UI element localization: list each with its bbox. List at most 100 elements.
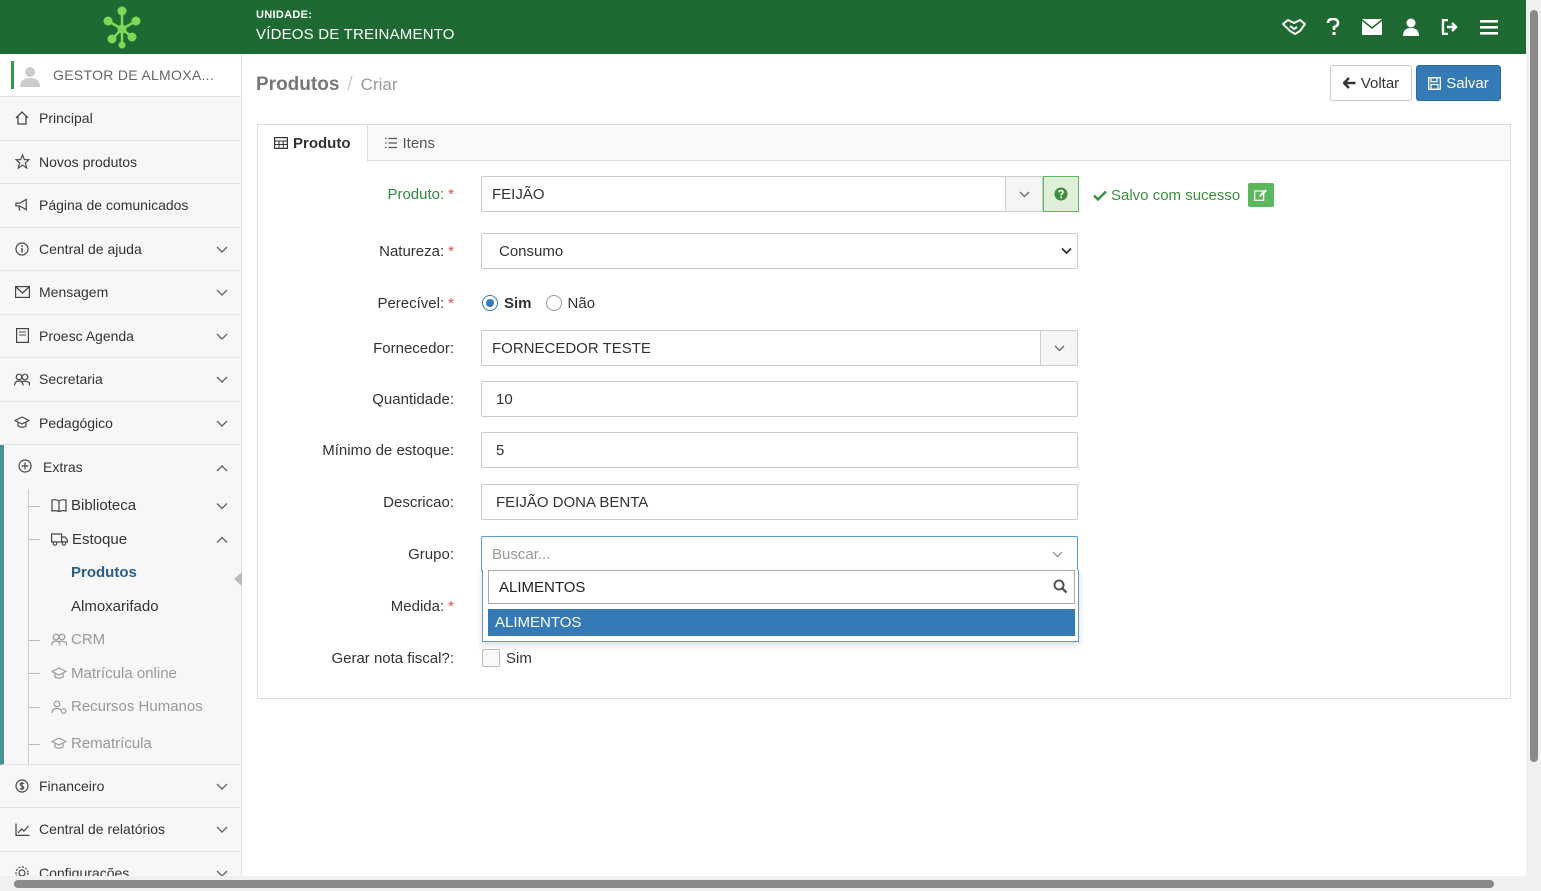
sidebar-item-principal[interactable]: Principal [0, 97, 241, 141]
sidebar-subitem-produtos[interactable]: Produtos [4, 556, 241, 590]
user-network-icon [51, 700, 67, 714]
sidebar-subitem-almoxarifado[interactable]: Almoxarifado [4, 590, 241, 624]
truck-icon [51, 533, 68, 546]
quantidade-label: Quantidade: [372, 390, 454, 408]
fornecedor-label: Fornecedor: [373, 339, 454, 357]
save-button-label: Salvar [1446, 74, 1489, 92]
sidebar-item-extras[interactable]: Extras [4, 445, 241, 489]
descricao-input[interactable]: FEIJÃO DONA BENTA [481, 484, 1078, 520]
grupo-select[interactable]: Buscar... [481, 536, 1078, 572]
chevron-down-icon [216, 415, 228, 431]
tab-bar: Produto Itens [258, 125, 1510, 162]
row-minimo: Mínimo de estoque: 5 [258, 432, 1512, 468]
back-button[interactable]: Voltar [1330, 65, 1412, 101]
edit-button[interactable] [1248, 183, 1275, 207]
form-panel: Produto Itens Produto: * FEIJÃO Salvo com… [257, 124, 1511, 699]
sidebar-item-central-ajuda[interactable]: Central de ajuda [0, 227, 241, 271]
sidebar-item-comunicados[interactable]: Página de comunicados [0, 184, 241, 228]
sidebar-item-label: Financeiro [39, 777, 105, 794]
chevron-down-icon [216, 497, 228, 514]
sidebar-subitem-matricula-online[interactable]: Matrícula online [4, 657, 241, 691]
grupo-search-input[interactable]: ALIMENTOS [488, 570, 1075, 604]
sidebar-item-pedagogico[interactable]: Pedagógico [0, 401, 241, 445]
sidebar-subitem-crm[interactable]: CRM [4, 623, 241, 657]
logout-icon[interactable] [1430, 0, 1469, 54]
page-title[interactable]: Produtos [256, 74, 339, 95]
sidebar-item-financeiro[interactable]: Financeiro [0, 764, 241, 808]
graduation-icon [51, 737, 67, 750]
sidebar-item-label: Novos produtos [39, 153, 138, 170]
sidebar-subitem-rh[interactable]: Recursos Humanos [4, 690, 241, 724]
sidebar-subitem-rematricula[interactable]: Rematrícula [4, 724, 241, 764]
help-icon[interactable] [1313, 0, 1352, 54]
sidebar-item-configuracoes[interactable]: Configurações [0, 851, 241, 876]
perecivel-sim-radio[interactable]: Sim [482, 295, 532, 312]
scroll-thumb[interactable] [14, 880, 1494, 888]
sidebar-item-mensagem[interactable]: Mensagem [0, 271, 241, 315]
chevron-down-icon [216, 371, 228, 387]
row-fornecedor: Fornecedor: FORNECEDOR TESTE [258, 330, 1512, 366]
grupo-placeholder: Buscar... [492, 545, 551, 563]
user-profile[interactable]: GESTOR DE ALMOXA... [0, 54, 241, 97]
save-button[interactable]: Salvar [1416, 65, 1501, 101]
perecivel-label: Perecível: * [377, 294, 454, 312]
scroll-thumb[interactable] [1530, 10, 1538, 762]
sidebar-subitem-biblioteca[interactable]: Biblioteca [4, 489, 241, 523]
grupo-option[interactable]: ALIMENTOS [488, 609, 1075, 636]
megaphone-icon [14, 197, 30, 213]
quantidade-input[interactable]: 10 [481, 381, 1078, 417]
question-circle-icon [1054, 187, 1068, 201]
tab-label: Itens [402, 134, 436, 152]
fornecedor-select[interactable]: FORNECEDOR TESTE [481, 330, 1078, 366]
menu-icon[interactable] [1469, 0, 1508, 54]
tab-itens[interactable]: Itens [368, 125, 452, 161]
help-button[interactable] [1043, 176, 1079, 212]
table-icon [274, 137, 288, 149]
envelope-icon [14, 284, 30, 300]
edit-icon [1254, 189, 1268, 201]
logo[interactable] [0, 0, 242, 54]
sidebar-item-secretaria[interactable]: Secretaria [0, 358, 241, 402]
sidebar-collapse-handle[interactable] [234, 572, 242, 586]
handshake-icon[interactable] [1274, 0, 1313, 54]
grupo-dropdown: ALIMENTOS ALIMENTOS [482, 570, 1079, 642]
produto-value: FEIJÃO [492, 185, 545, 203]
user-name: GESTOR DE ALMOXA... [53, 67, 215, 83]
unit-name[interactable]: VÍDEOS DE TREINAMENTO [256, 26, 455, 43]
minimo-input[interactable]: 5 [481, 432, 1078, 468]
user-icon[interactable] [1391, 0, 1430, 54]
unit-label: UNIDADE: [256, 9, 313, 21]
produto-select[interactable]: FEIJÃO [481, 176, 1043, 212]
sidebar-item-novos-produtos[interactable]: Novos produtos [0, 140, 241, 184]
horizontal-scrollbar[interactable] [0, 876, 1541, 891]
tree-branch [28, 505, 40, 507]
sidebar-item-relatorios[interactable]: Central de relatórios [0, 808, 241, 852]
perecivel-nao-radio[interactable]: Não [545, 295, 595, 312]
row-quantidade: Quantidade: 10 [258, 381, 1512, 417]
natureza-value: Consumo [499, 242, 564, 260]
mail-icon[interactable] [1352, 0, 1391, 54]
row-nota-fiscal: Gerar nota fiscal?: Sim [258, 640, 1512, 676]
top-bar: UNIDADE: VÍDEOS DE TREINAMENTO [0, 0, 1526, 54]
tab-produto[interactable]: Produto [258, 125, 368, 162]
sidebar-item-agenda[interactable]: Proesc Agenda [0, 314, 241, 358]
vertical-scrollbar[interactable] [1526, 0, 1541, 876]
check-icon [1093, 190, 1107, 201]
unit-info: UNIDADE: VÍDEOS DE TREINAMENTO [256, 9, 455, 43]
sidebar-subitem-estoque[interactable]: Estoque [4, 523, 241, 557]
natureza-select[interactable]: Consumo [481, 233, 1078, 269]
nota-checkbox[interactable]: Sim [482, 640, 532, 676]
row-grupo: Grupo: Buscar... [258, 536, 1512, 572]
sidebar-item-label: Pedagógico [39, 414, 113, 431]
produto-label: Produto: * [387, 185, 454, 203]
floppy-icon [1428, 76, 1442, 90]
chevron-up-icon [216, 459, 228, 475]
people-icon [14, 371, 30, 387]
chevron-down-icon[interactable] [1005, 177, 1042, 211]
sidebar-item-label: Proesc Agenda [39, 327, 134, 344]
sidebar-item-label: Configurações [39, 864, 130, 876]
chevron-down-icon[interactable] [1040, 331, 1077, 365]
descricao-label: Descricao: [383, 493, 454, 511]
back-button-label: Voltar [1360, 74, 1400, 92]
sidebar-subitem-label: Recursos Humanos [71, 698, 203, 716]
